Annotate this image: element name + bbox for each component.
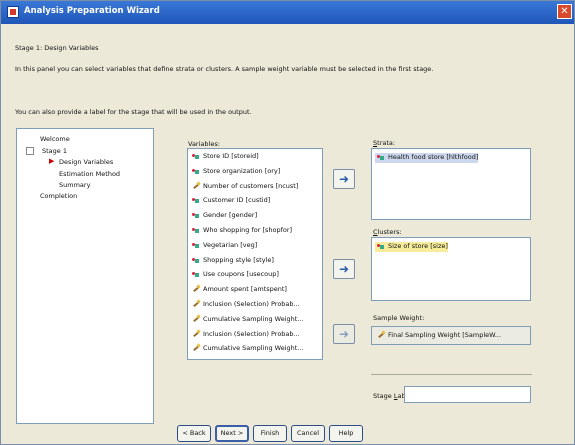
tree-item-completion-label: Completion xyxy=(40,192,78,200)
variables-label: Variables: xyxy=(188,140,220,148)
tree-item-welcome[interactable]: Welcome xyxy=(40,135,70,143)
stage-description: In this panel you can select variables t… xyxy=(15,65,434,73)
scale-variable-icon xyxy=(192,300,200,308)
stage-label-hint: You can also provide a label for the sta… xyxy=(15,108,252,116)
list-item[interactable]: Amount spent [amtspent] xyxy=(192,285,287,296)
variable-label: Cumulative Sampling Weight... xyxy=(203,344,304,353)
variable-label: Store organization [ory] xyxy=(203,166,281,175)
list-item[interactable]: Gender [gender] xyxy=(192,211,257,222)
nominal-variable-icon xyxy=(377,153,385,161)
tree-item-stage1[interactable]: Stage 1 xyxy=(26,147,67,155)
title-bar[interactable]: Analysis Preparation Wizard ✕ xyxy=(1,1,574,24)
collapse-icon[interactable] xyxy=(26,147,34,155)
sample-weight-value-label: Final Sampling Weight [SampleW... xyxy=(388,331,502,339)
move-to-sample-weight-button[interactable]: ➜ xyxy=(333,324,355,344)
list-item[interactable]: Cumulative Sampling Weight... xyxy=(192,344,304,355)
list-item[interactable]: Number of customers [ncust] xyxy=(192,182,298,193)
list-item[interactable]: Who shopping for [shopfor] xyxy=(192,226,292,237)
cancel-button[interactable]: Cancel xyxy=(291,425,325,442)
list-item[interactable]: Health food store [hlthfood] xyxy=(375,153,479,163)
analysis-preparation-wizard-window: Analysis Preparation Wizard ✕ Stage 1: D… xyxy=(0,0,575,445)
variable-label: Gender [gender] xyxy=(203,211,258,220)
tree-item-stage1-label: Stage 1 xyxy=(42,147,67,155)
tree-item-estimation-method-label: Estimation Method xyxy=(59,170,121,178)
stage-heading: Stage 1: Design Variables xyxy=(15,44,99,52)
clusters-label: Clusters: xyxy=(373,228,402,236)
variable-label: Store ID [storeid] xyxy=(203,152,259,160)
list-item[interactable]: Use coupons [usecoup] xyxy=(192,270,279,281)
variable-label: Use coupons [usecoup] xyxy=(203,270,279,279)
list-item[interactable]: Store organization [ory] xyxy=(192,167,280,178)
close-icon[interactable]: ✕ xyxy=(557,4,572,19)
sample-weight-label: Sample Weight: xyxy=(373,314,425,322)
arrow-right-icon: ➜ xyxy=(338,327,350,341)
sample-weight-field[interactable]: Final Sampling Weight [SampleW... xyxy=(371,326,531,345)
tree-item-design-variables-label: Design Variables xyxy=(59,158,114,166)
list-item[interactable]: Inclusion (Selection) Probab... xyxy=(192,300,300,311)
list-item[interactable]: Vegetarian [veg] xyxy=(192,241,257,252)
variable-label: Inclusion (Selection) Probab... xyxy=(203,300,300,308)
stage-label-input[interactable] xyxy=(404,386,531,403)
tree-item-summary-label: Summary xyxy=(59,181,91,189)
clusters-list[interactable]: Size of store [size] xyxy=(371,237,531,301)
strata-list[interactable]: Health food store [hlthfood] xyxy=(371,148,531,220)
nominal-variable-icon xyxy=(192,241,200,249)
scale-variable-icon xyxy=(192,344,200,352)
nominal-variable-icon xyxy=(192,167,200,175)
finish-button[interactable]: Finish xyxy=(253,425,287,442)
move-to-strata-button[interactable]: ➜ xyxy=(333,169,355,189)
strata-item-label: Health food store [hlthfood] xyxy=(388,153,479,161)
variable-label: Who shopping for [shopfor] xyxy=(203,226,293,234)
nominal-variable-icon xyxy=(192,196,200,204)
nominal-variable-icon xyxy=(192,226,200,234)
tree-item-summary[interactable]: Summary xyxy=(59,181,90,189)
window-title: Analysis Preparation Wizard xyxy=(24,6,160,16)
variable-label: Vegetarian [veg] xyxy=(203,240,258,249)
nominal-variable-icon xyxy=(192,152,200,160)
scale-variable-icon xyxy=(192,315,200,323)
sample-weight-value: Final Sampling Weight [SampleW... xyxy=(375,331,501,341)
arrow-right-icon: ➜ xyxy=(338,262,350,276)
list-item[interactable]: Customer ID [custid] xyxy=(192,196,270,207)
variables-list[interactable]: Store ID [storeid] Store organization [or… xyxy=(187,148,323,360)
list-item[interactable]: Shopping style [style] xyxy=(192,256,274,267)
nominal-variable-icon xyxy=(192,256,200,264)
nominal-variable-icon xyxy=(192,211,200,219)
scale-variable-icon xyxy=(192,182,200,190)
clusters-item-label: Size of store [size] xyxy=(388,242,448,250)
scale-variable-icon xyxy=(192,285,200,293)
divider xyxy=(371,374,532,375)
list-item[interactable]: Store ID [storeid] xyxy=(192,152,259,163)
variable-label: Amount spent [amtspent] xyxy=(203,285,287,294)
back-button[interactable]: < Back xyxy=(177,425,211,442)
variable-label: Number of customers [ncust] xyxy=(203,181,299,190)
variable-label: Cumulative Sampling Weight... xyxy=(203,314,304,323)
next-button[interactable]: Next > xyxy=(215,425,249,442)
nominal-variable-icon xyxy=(377,242,385,250)
nominal-variable-icon xyxy=(192,270,200,278)
tree-item-welcome-label: Welcome xyxy=(40,135,70,143)
scale-variable-icon xyxy=(192,330,200,338)
tree-item-estimation-method[interactable]: Estimation Method xyxy=(59,170,120,178)
arrow-right-icon: ➜ xyxy=(338,172,350,186)
list-item[interactable]: Size of store [size] xyxy=(375,242,448,252)
clusters-label-text: lusters: xyxy=(377,228,402,236)
variable-label: Customer ID [custid] xyxy=(203,196,271,205)
app-icon xyxy=(7,6,19,18)
list-item[interactable]: Cumulative Sampling Weight... xyxy=(192,315,304,326)
move-to-clusters-button[interactable]: ➜ xyxy=(333,259,355,279)
tree-item-completion[interactable]: Completion xyxy=(40,192,77,200)
list-item[interactable]: Inclusion (Selection) Probab... xyxy=(192,330,300,341)
strata-label-text: trata: xyxy=(377,139,396,147)
scale-variable-icon xyxy=(377,331,385,339)
help-button[interactable]: Help xyxy=(329,425,363,442)
wizard-steps-tree: Welcome Stage 1 ▶ Design Variables Estim… xyxy=(16,128,154,424)
variable-label: Inclusion (Selection) Probab... xyxy=(203,329,300,338)
stage-label-caption-a: Stage xyxy=(373,392,394,400)
current-step-marker-icon: ▶ xyxy=(49,157,55,165)
variable-label: Shopping style [style] xyxy=(203,255,274,264)
strata-label: Strata: xyxy=(373,139,395,147)
tree-item-design-variables[interactable]: Design Variables xyxy=(59,158,113,166)
